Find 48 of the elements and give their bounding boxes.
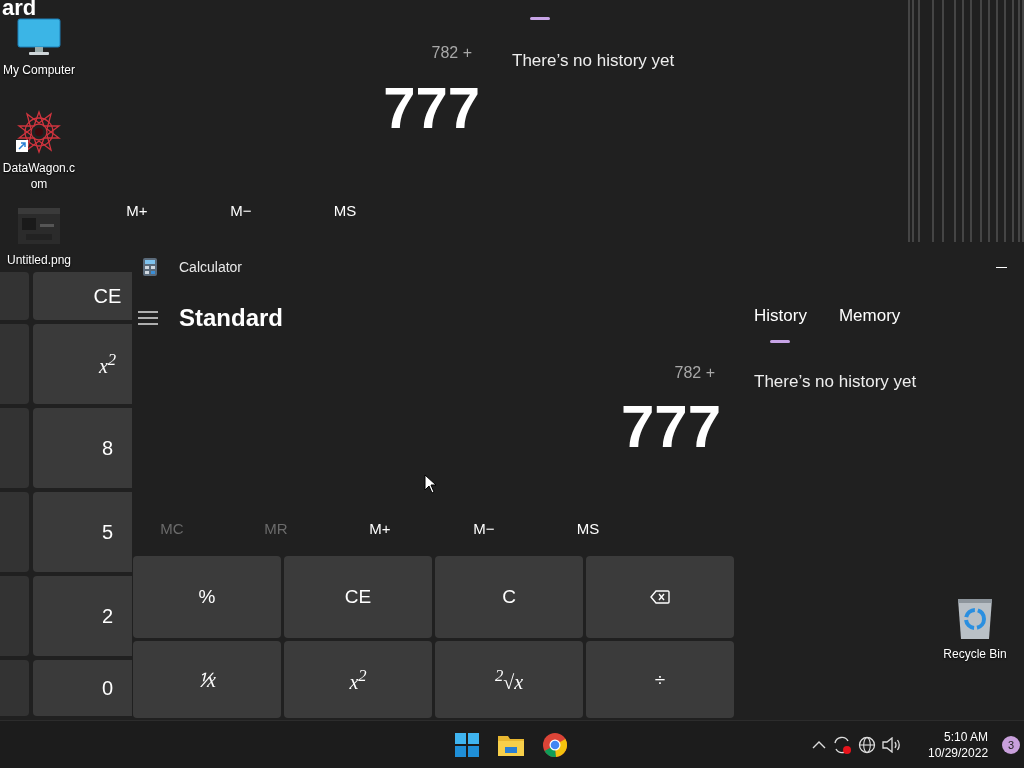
clock-time[interactable]: 5:10 AM [944,728,989,745]
history-empty-message: There’s no history yet [754,371,918,393]
memory-button[interactable]: MS [306,198,384,222]
recycle-bin-icon [956,596,994,640]
key-button[interactable]: C [435,556,583,638]
key-button[interactable]: 2 [33,576,132,656]
desktop-icon-label[interactable]: DataWagon.com [1,160,77,192]
volume-icon[interactable] [882,736,902,753]
expression-text: 782 + [674,363,715,383]
mode-heading: Standard [179,304,283,332]
sync-icon[interactable] [832,734,852,755]
clock-date[interactable]: 10/29/2022 [928,744,989,761]
backspace-icon [650,590,670,604]
memory-button[interactable]: MS [549,516,627,540]
monitor-icon [17,18,61,56]
chevron-up-icon[interactable] [812,740,826,749]
key-button[interactable]: x$^{2}$ [33,324,132,404]
desktop-icon-label[interactable]: Untitled.png [1,252,77,268]
expression-text: 782 + [430,43,472,63]
notification-badge[interactable]: 3 [1002,735,1021,754]
panel-tab[interactable]: Memory [838,302,901,343]
star-pattern-icon [16,110,62,154]
cursor-icon [424,474,437,494]
desktop-icon-label[interactable]: My Computer [1,62,77,78]
tab-indicator [530,17,550,20]
panel-tab[interactable]: History [754,302,807,343]
menu-icon [138,311,158,325]
key-button[interactable]: % [133,556,281,638]
key-button[interactable]: x$^{2}$ [284,641,432,718]
key-button[interactable]: ÷ [586,641,734,718]
key-button[interactable]: 8 [33,408,132,488]
desktop-icon-label[interactable]: Recycle Bin [937,646,1013,662]
calculator-app-icon [143,258,157,276]
window-title: Calculator [179,259,243,275]
globe-icon[interactable] [858,735,876,754]
memory-button[interactable]: M− [202,198,280,222]
key-button[interactable]: CE [33,272,132,320]
memory-button[interactable]: M+ [98,198,176,222]
key-button[interactable]: 5 [33,492,132,572]
result-display: 777 [382,75,480,141]
key-button[interactable]: CE [284,556,432,638]
key-button[interactable]: $^{2}$√x [435,641,583,718]
history-empty-message: There’s no history yet [512,50,675,72]
key-button[interactable]: 0 [33,660,132,716]
memory-button[interactable]: M− [445,516,523,540]
key-button[interactable]: ⅟x [133,641,281,718]
result-display: 777 [620,392,721,462]
memory-button[interactable]: M+ [341,516,419,540]
